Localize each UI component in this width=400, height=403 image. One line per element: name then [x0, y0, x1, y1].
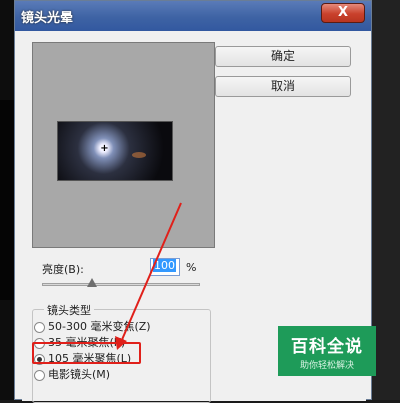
- brightness-slider-track[interactable]: [42, 283, 200, 286]
- ok-button[interactable]: 确定: [215, 46, 351, 67]
- watermark-logo: 百科全说 助你轻松解决: [278, 326, 376, 376]
- annotation-highlight-box: [32, 342, 141, 364]
- watermark-title: 百科全说: [291, 337, 363, 357]
- dialog-title: 镜头光晕: [21, 11, 74, 26]
- brightness-label: 亮度(B):: [42, 263, 84, 276]
- radio-icon[interactable]: [34, 321, 45, 333]
- background-strip-left: [0, 0, 14, 400]
- brightness-value: 100: [153, 259, 176, 272]
- watermark-subtitle: 助你轻松解决: [299, 361, 354, 371]
- brightness-slider-thumb[interactable]: [87, 278, 97, 287]
- percent-unit: %: [186, 261, 197, 274]
- lens-option-movie[interactable]: 电影镜头(M): [34, 366, 111, 381]
- flare-glow: [132, 152, 146, 158]
- preview-area[interactable]: +: [32, 42, 215, 248]
- lens-option-50-300[interactable]: 50-300 毫米变焦(Z): [34, 318, 151, 333]
- close-button[interactable]: X: [321, 3, 365, 23]
- radio-icon[interactable]: [34, 369, 45, 381]
- crosshair-icon[interactable]: +: [100, 144, 109, 154]
- background-strip-right: [372, 0, 400, 400]
- title-bar[interactable]: 镜头光晕 X: [15, 1, 371, 31]
- cancel-button[interactable]: 取消: [215, 76, 351, 97]
- lens-type-title: 镜头类型: [44, 302, 94, 318]
- lens-option-label: 50-300 毫米变焦(Z): [48, 320, 151, 333]
- lens-option-label: 电影镜头(M): [48, 368, 111, 381]
- flare-preview-image[interactable]: +: [57, 121, 173, 181]
- brightness-input[interactable]: 100: [150, 258, 180, 276]
